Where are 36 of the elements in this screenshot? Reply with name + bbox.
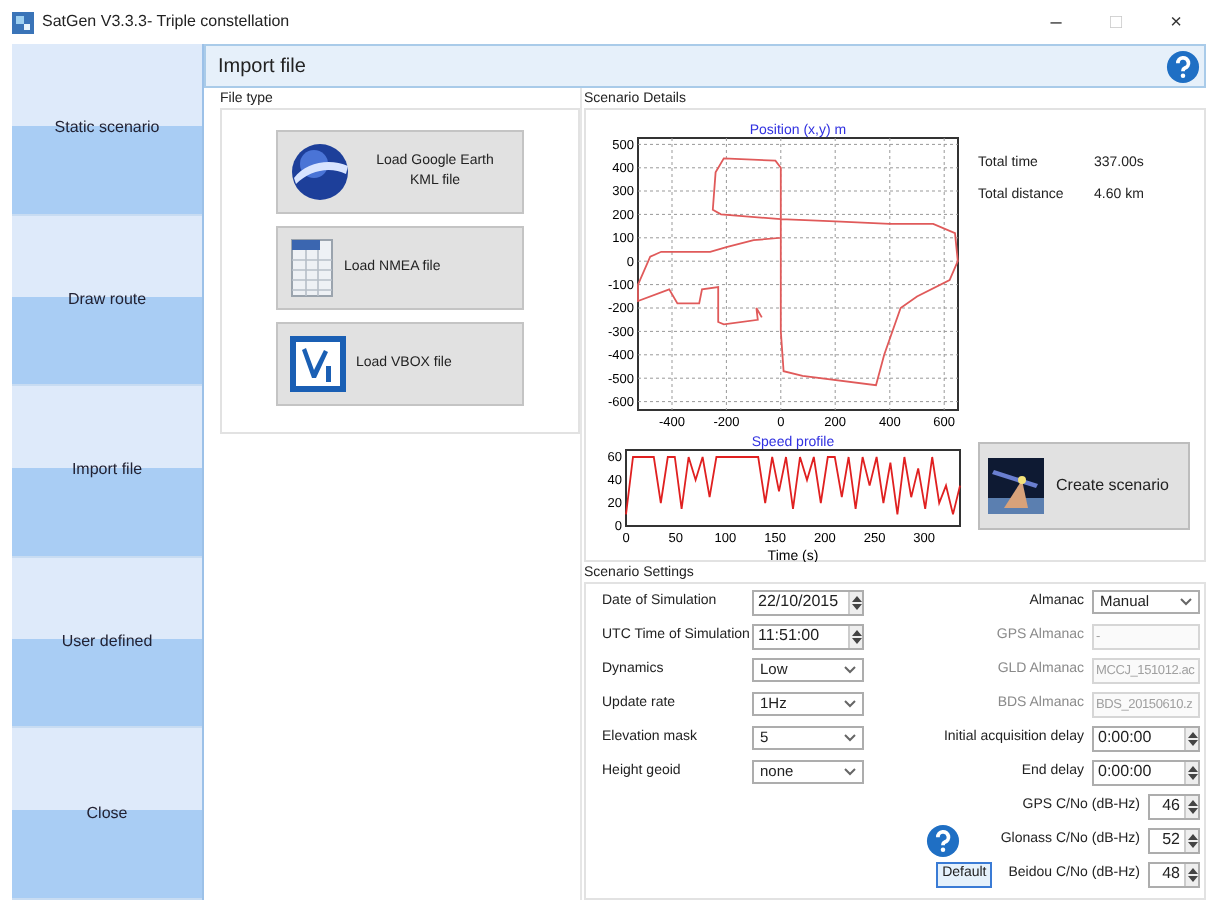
chevron-down-icon bbox=[844, 666, 856, 674]
chevron-down-icon bbox=[1180, 598, 1192, 606]
sidebar-item[interactable]: User defined bbox=[12, 557, 202, 729]
satellite-beam-icon bbox=[988, 458, 1044, 514]
app-icon bbox=[12, 11, 34, 33]
spin-arrows-icon[interactable] bbox=[1187, 763, 1197, 781]
spin-arrows-icon[interactable] bbox=[1187, 797, 1197, 815]
spin-arrows-icon[interactable] bbox=[851, 627, 861, 645]
spin-arrows-icon[interactable] bbox=[851, 593, 861, 611]
help-icon[interactable] bbox=[926, 823, 961, 857]
page-title: Import file bbox=[218, 53, 306, 81]
number-field[interactable]: 52 bbox=[1148, 827, 1200, 853]
window-title: SatGen V3.3.3- Triple constellation bbox=[42, 10, 290, 34]
spinner-field[interactable]: 0:00:00 bbox=[1092, 759, 1200, 785]
spreadsheet-document-icon bbox=[290, 238, 334, 298]
window-control[interactable]: × bbox=[1146, 2, 1206, 42]
spin-arrows-icon[interactable] bbox=[1187, 729, 1197, 747]
spin-arrows-icon[interactable] bbox=[1187, 831, 1197, 849]
logo-icon bbox=[290, 336, 346, 392]
spin-arrows-icon[interactable] bbox=[1187, 865, 1197, 883]
globe-icon bbox=[290, 142, 350, 202]
number-field[interactable]: 48 bbox=[1148, 861, 1200, 887]
chevron-down-icon bbox=[844, 768, 856, 776]
number-field[interactable]: 46 bbox=[1148, 793, 1200, 819]
sidebar-item[interactable]: Static scenario bbox=[12, 44, 202, 216]
chevron-down-icon bbox=[844, 700, 856, 708]
help-icon[interactable] bbox=[1166, 49, 1200, 83]
spinner-field[interactable]: 22/10/2015 bbox=[752, 589, 864, 615]
spinner-field[interactable]: 0:00:00 bbox=[1092, 725, 1200, 751]
sidebar-item[interactable]: Close bbox=[12, 728, 202, 900]
chevron-down-icon bbox=[844, 734, 856, 742]
window-control[interactable]: – bbox=[1026, 2, 1086, 42]
create-scenario-button[interactable]: Create scenario bbox=[978, 442, 1190, 530]
sidebar-item[interactable]: Import file bbox=[12, 386, 202, 558]
spinner-field[interactable]: 11:51:00 bbox=[752, 623, 864, 649]
sidebar-item[interactable]: Draw route bbox=[12, 215, 202, 387]
